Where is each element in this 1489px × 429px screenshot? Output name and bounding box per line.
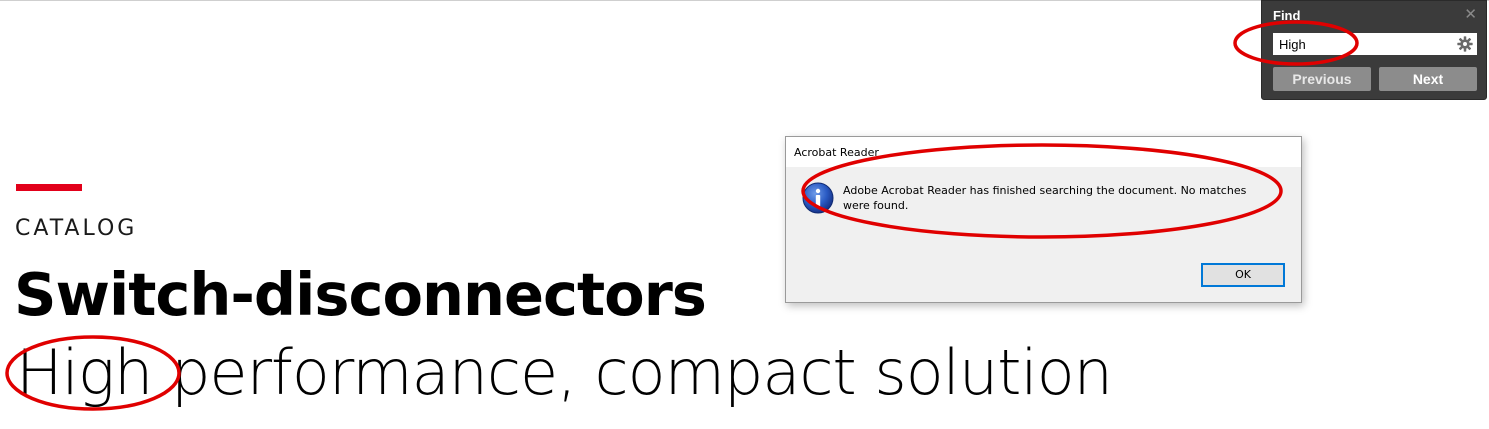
find-next-button[interactable]: Next	[1379, 67, 1477, 91]
find-input-container	[1273, 33, 1477, 55]
brand-accent-bar	[16, 184, 82, 191]
find-previous-button[interactable]: Previous	[1273, 67, 1371, 91]
find-panel: Find ✕ Previous Next	[1261, 0, 1487, 100]
document-eyebrow: CATALOG	[15, 216, 138, 241]
gear-icon[interactable]	[1456, 35, 1474, 53]
document-title: Switch-disconnectors	[14, 260, 707, 329]
ok-button[interactable]: OK	[1201, 263, 1285, 287]
document-subtitle: High performance, compact solution	[16, 336, 1113, 409]
info-icon	[802, 182, 834, 214]
dialog-titlebar[interactable]: Acrobat Reader	[786, 137, 1301, 167]
subtitle-highlight-word: High	[16, 336, 153, 409]
find-search-input[interactable]	[1273, 33, 1453, 55]
close-icon[interactable]: ✕	[1464, 5, 1477, 23]
subtitle-rest: performance, compact solution	[152, 336, 1113, 409]
pdf-viewer-screen: CATALOG Switch-disconnectors High perfor…	[0, 0, 1489, 429]
dialog-title: Acrobat Reader	[794, 146, 879, 159]
search-result-dialog: Acrobat Reader Adobe Acrobat Reader has …	[785, 136, 1302, 303]
find-panel-title: Find	[1273, 8, 1301, 23]
dialog-message: Adobe Acrobat Reader has finished search…	[843, 184, 1247, 212]
